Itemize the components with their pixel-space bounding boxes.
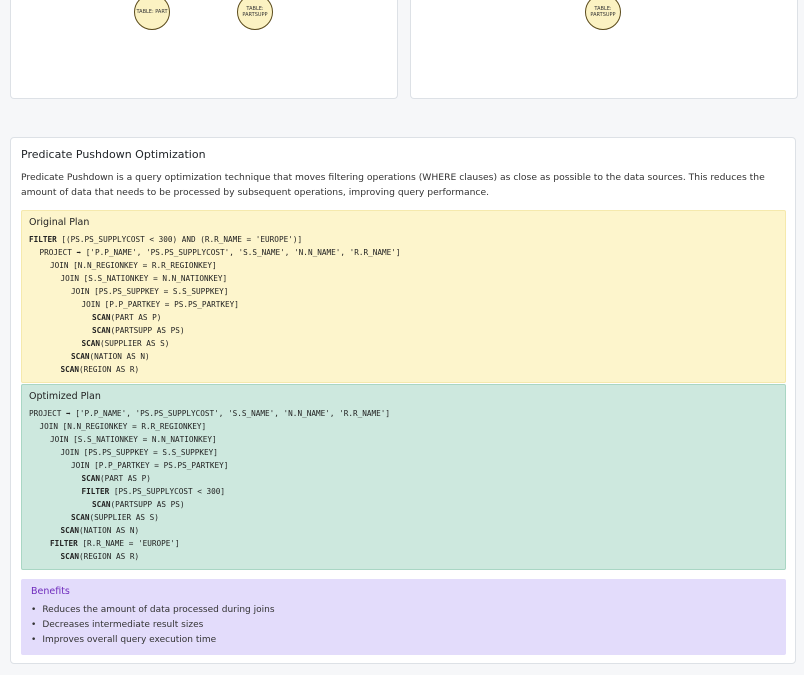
original-plan-lines: FILTER [(PS.PS_SUPPLYCOST < 300) AND (R.… [29,233,401,376]
plan-line-text: (REGION AS R) [79,552,140,561]
plan-keyword: SCAN [60,526,80,535]
optimized-plan-box: Optimized Plan PROJECT ➡ ['P.P_NAME', 'P… [21,384,786,570]
plan-keyword: SCAN [81,339,101,348]
plan-line: JOIN [PS.PS_SUPPKEY = S.S_SUPPKEY] [29,285,401,298]
plan-keyword: SCAN [81,474,101,483]
plan-line-text: JOIN [P.P_PARTKEY = PS.PS_PARTKEY] [71,461,229,470]
plan-keyword: SCAN [92,326,111,335]
plan-line-text: JOIN [N.N_REGIONKEY = R.R_REGIONKEY] [39,422,207,431]
plan-line-text: (PART AS P) [100,474,151,483]
plan-line-text: (PARTSUPP AS PS) [110,326,185,335]
benefits-list: Reduces the amount of data processed dur… [31,603,275,648]
plan-node-table-partsupp[interactable]: TABLE: PARTSUPP [585,0,621,30]
plan-line: SCAN(PARTSUPP AS PS) [29,324,401,337]
plan-line-text: (PART AS P) [110,313,162,322]
plan-tree-panel-optimized: TABLE: PARTSUPP [410,0,798,99]
plan-line: SCAN(SUPPLIER AS S) [29,511,390,524]
plan-line: SCAN(REGION AS R) [29,550,390,563]
original-plan-title: Original Plan [29,217,90,228]
plan-node-table-partsupp[interactable]: TABLE: PARTSUPP [237,0,273,30]
optimized-plan-title: Optimized Plan [29,391,101,402]
plan-line-text: (NATION AS N) [89,352,150,361]
plan-line-text: [R.R_NAME = 'EUROPE'] [77,539,180,548]
plan-line: FILTER [PS.PS_SUPPLYCOST < 300] [29,485,390,498]
plan-keyword: SCAN [92,500,111,509]
plan-line-text: (NATION AS N) [79,526,140,535]
benefit-item: Reduces the amount of data processed dur… [31,603,274,618]
plan-line: FILTER [R.R_NAME = 'EUROPE'] [29,537,390,550]
plan-keyword: SCAN [71,352,90,361]
plan-line: SCAN(PART AS P) [29,472,390,485]
benefits-title: Benefits [31,586,70,597]
optimized-plan-lines: PROJECT ➡ ['P.P_NAME', 'PS.PS_SUPPLYCOST… [29,407,390,563]
predicate-pushdown-card: Predicate Pushdown Optimization Predicat… [10,137,796,664]
plan-keyword: SCAN [92,313,111,322]
plan-line-text: JOIN [P.P_PARTKEY = PS.PS_PARTKEY] [81,300,239,309]
plan-line-text: (PARTSUPP AS PS) [110,500,185,509]
plan-line-text: JOIN [PS.PS_SUPPKEY = S.S_SUPPKEY] [60,448,218,457]
plan-line: JOIN [S.S_NATIONKEY = N.N_NATIONKEY] [29,433,390,446]
benefit-item: Decreases intermediate result sizes [31,618,275,633]
plan-keyword: SCAN [60,552,80,561]
plan-line-text: JOIN [PS.PS_SUPPKEY = S.S_SUPPKEY] [71,287,229,296]
plan-line-text: JOIN [N.N_REGIONKEY = R.R_REGIONKEY] [50,261,217,270]
plan-line: FILTER [(PS.PS_SUPPLYCOST < 300) AND (R.… [29,233,401,246]
plan-keyword: FILTER [50,539,78,548]
plan-keyword: FILTER [29,235,57,244]
plan-line: PROJECT ➡ ['P.P_NAME', 'PS.PS_SUPPLYCOST… [29,246,401,259]
plan-line: SCAN(REGION AS R) [29,363,401,376]
plan-line: JOIN [N.N_REGIONKEY = R.R_REGIONKEY] [29,420,390,433]
original-plan-box: Original Plan FILTER [(PS.PS_SUPPLYCOST … [21,210,786,383]
plan-line-text: (SUPPLIER AS S) [89,513,159,522]
plan-line: SCAN(NATION AS N) [29,350,401,363]
plan-keyword: SCAN [71,513,90,522]
plan-node-table-part[interactable]: TABLE: PART [134,0,170,30]
plan-line: JOIN [N.N_REGIONKEY = R.R_REGIONKEY] [29,259,401,272]
plan-line-text: [PS.PS_SUPPLYCOST < 300] [109,487,225,496]
plan-line-text: JOIN [S.S_NATIONKEY = N.N_NATIONKEY] [50,435,217,444]
plan-line: JOIN [PS.PS_SUPPKEY = S.S_SUPPKEY] [29,446,390,459]
plan-keyword: SCAN [60,365,80,374]
plan-line: SCAN(PART AS P) [29,311,401,324]
plan-line: PROJECT ➡ ['P.P_NAME', 'PS.PS_SUPPLYCOST… [29,407,390,420]
plan-line-text: (REGION AS R) [79,365,140,374]
plan-line: SCAN(PARTSUPP AS PS) [29,498,390,511]
plan-line: JOIN [S.S_NATIONKEY = N.N_NATIONKEY] [29,272,401,285]
benefit-item: Improves overall query execution time [31,633,275,648]
plan-line: SCAN(NATION AS N) [29,524,390,537]
plan-tree-panel-original: TABLE: PART TABLE: PARTSUPP [10,0,398,99]
plan-line-text: JOIN [S.S_NATIONKEY = N.N_NATIONKEY] [60,274,228,283]
plan-line: SCAN(SUPPLIER AS S) [29,337,401,350]
plan-keyword: FILTER [81,487,110,496]
section-title: Predicate Pushdown Optimization [21,148,206,161]
plan-line-text: (SUPPLIER AS S) [100,339,170,348]
plan-line: JOIN [P.P_PARTKEY = PS.PS_PARTKEY] [29,298,401,311]
benefits-box: Benefits Reduces the amount of data proc… [21,579,786,655]
section-description: Predicate Pushdown is a query optimizati… [21,172,765,198]
plan-line-text: PROJECT ➡ ['P.P_NAME', 'PS.PS_SUPPLYCOST… [39,248,401,257]
plan-line: JOIN [P.P_PARTKEY = PS.PS_PARTKEY] [29,459,390,472]
plan-line-text: [(PS.PS_SUPPLYCOST < 300) AND (R.R_NAME … [56,235,303,244]
plan-line-text: PROJECT ➡ ['P.P_NAME', 'PS.PS_SUPPLYCOST… [29,409,391,418]
